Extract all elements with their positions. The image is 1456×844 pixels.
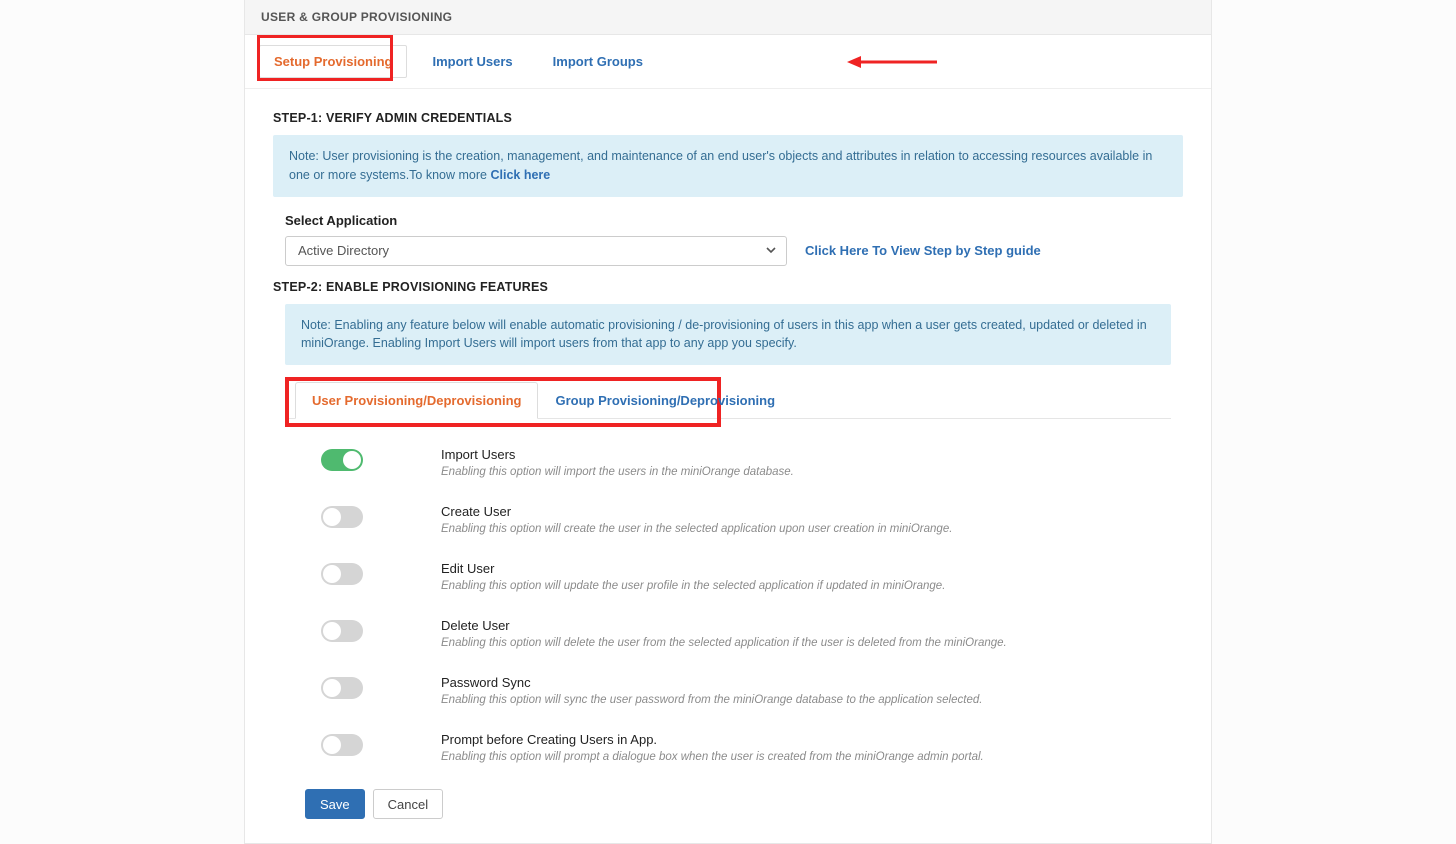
feature-title: Prompt before Creating Users in App. bbox=[441, 732, 984, 747]
feature-description: Enabling this option will prompt a dialo… bbox=[441, 751, 984, 763]
tab-setup-provisioning[interactable]: Setup Provisioning bbox=[259, 45, 407, 78]
feature-text: Edit User Enabling this option will updat… bbox=[441, 561, 945, 592]
feature-description: Enabling this option will create the use… bbox=[441, 523, 952, 535]
provisioning-subtabs: User Provisioning/Deprovisioning Group P… bbox=[285, 381, 1171, 419]
feature-title: Edit User bbox=[441, 561, 945, 576]
feature-row: Delete User Enabling this option will del… bbox=[321, 618, 1171, 649]
subtab-group-provisioning[interactable]: Group Provisioning/Deprovisioning bbox=[538, 382, 792, 419]
feature-toggle[interactable] bbox=[321, 620, 363, 642]
feature-description: Enabling this option will update the use… bbox=[441, 580, 945, 592]
cancel-button[interactable]: Cancel bbox=[373, 789, 443, 819]
feature-description: Enabling this option will sync the user … bbox=[441, 694, 982, 706]
feature-row: Edit User Enabling this option will updat… bbox=[321, 561, 1171, 592]
feature-text: Prompt before Creating Users in App. Enab… bbox=[441, 732, 984, 763]
feature-row: Import Users Enabling this option will im… bbox=[321, 447, 1171, 478]
feature-title: Import Users bbox=[441, 447, 794, 462]
step1-title: STEP-1: VERIFY ADMIN CREDENTIALS bbox=[273, 111, 1183, 125]
feature-text: Import Users Enabling this option will im… bbox=[441, 447, 794, 478]
feature-row: Password Sync Enabling this option will s… bbox=[321, 675, 1171, 706]
feature-text: Delete User Enabling this option will del… bbox=[441, 618, 1007, 649]
feature-toggle[interactable] bbox=[321, 449, 363, 471]
step2-note: Note: Enabling any feature below will en… bbox=[285, 304, 1171, 366]
select-application-label: Select Application bbox=[285, 213, 1171, 228]
step1-note-text: Note: User provisioning is the creation,… bbox=[289, 149, 1152, 182]
feature-title: Create User bbox=[441, 504, 952, 519]
tab-import-groups[interactable]: Import Groups bbox=[538, 45, 658, 78]
step1-note: Note: User provisioning is the creation,… bbox=[273, 135, 1183, 197]
feature-list: Import Users Enabling this option will im… bbox=[285, 429, 1171, 763]
panel-title: USER & GROUP PROVISIONING bbox=[245, 0, 1211, 35]
primary-tabs: Setup Provisioning Import Users Import G… bbox=[245, 35, 1211, 89]
step-by-step-guide-link[interactable]: Click Here To View Step by Step guide bbox=[805, 243, 1041, 258]
feature-row: Prompt before Creating Users in App. Enab… bbox=[321, 732, 1171, 763]
step2-title: STEP-2: ENABLE PROVISIONING FEATURES bbox=[273, 280, 1183, 294]
subtab-user-provisioning[interactable]: User Provisioning/Deprovisioning bbox=[295, 382, 538, 419]
feature-title: Password Sync bbox=[441, 675, 982, 690]
chevron-down-icon bbox=[765, 244, 777, 259]
save-button[interactable]: Save bbox=[305, 789, 365, 819]
step1-note-link[interactable]: Click here bbox=[490, 168, 550, 182]
feature-toggle[interactable] bbox=[321, 506, 363, 528]
feature-text: Create User Enabling this option will cre… bbox=[441, 504, 952, 535]
application-select[interactable]: Active Directory bbox=[285, 236, 787, 266]
feature-toggle[interactable] bbox=[321, 734, 363, 756]
feature-toggle[interactable] bbox=[321, 563, 363, 585]
feature-text: Password Sync Enabling this option will s… bbox=[441, 675, 982, 706]
feature-row: Create User Enabling this option will cre… bbox=[321, 504, 1171, 535]
provisioning-panel: USER & GROUP PROVISIONING Setup Provisio… bbox=[244, 0, 1212, 844]
tab-import-users[interactable]: Import Users bbox=[417, 45, 527, 78]
annotation-arrow-icon bbox=[845, 53, 941, 71]
feature-toggle[interactable] bbox=[321, 677, 363, 699]
feature-description: Enabling this option will import the use… bbox=[441, 466, 794, 478]
application-select-value: Active Directory bbox=[285, 236, 787, 266]
feature-title: Delete User bbox=[441, 618, 1007, 633]
feature-description: Enabling this option will delete the use… bbox=[441, 637, 1007, 649]
